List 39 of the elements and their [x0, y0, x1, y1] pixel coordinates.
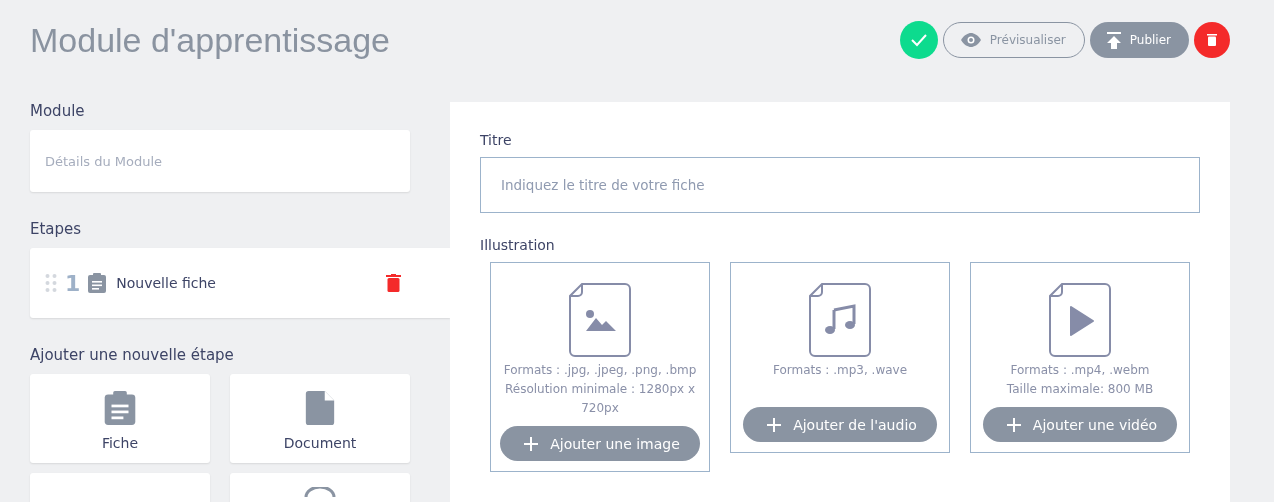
- delete-button[interactable]: [1194, 22, 1230, 58]
- document-icon: [305, 391, 335, 425]
- publish-button[interactable]: Publier: [1089, 22, 1189, 58]
- field-label: Titre: [480, 132, 513, 148]
- step-number: 1: [65, 270, 81, 296]
- clipboard-icon: [88, 273, 107, 293]
- format-info: Formats : .mp4, .webm: [1009, 362, 1151, 379]
- trash-icon[interactable]: [385, 274, 401, 292]
- field-label: Illustration: [480, 237, 556, 253]
- step-title: Nouvelle fiche: [116, 275, 216, 291]
- format-info: Formats : .jpg, .jpeg, .png, .bmp: [502, 362, 698, 379]
- step-item[interactable]: 1 Nouvelle fiche: [30, 248, 450, 318]
- clipboard-icon: [103, 391, 137, 425]
- checkmark-icon: [909, 33, 928, 47]
- title-field[interactable]: Indiquez le titre de votre fiche: [480, 157, 1200, 213]
- step-type-button[interactable]: Fiche: [30, 374, 210, 463]
- eye-icon: [959, 33, 982, 47]
- step-type-button[interactable]: Document: [230, 374, 410, 463]
- page-title: Module d'apprentissage: [30, 20, 390, 60]
- section-label: Ajouter une nouvelle étape: [30, 346, 235, 364]
- format-info: Taille maximale: 800 MB: [1005, 381, 1155, 398]
- drag-handle-icon[interactable]: [45, 273, 57, 293]
- video-file-icon: [1049, 283, 1111, 357]
- music-file-icon: [809, 283, 871, 357]
- plus-icon: [524, 436, 539, 451]
- trash-icon: [1207, 34, 1217, 46]
- section-label: Etapes: [30, 220, 83, 238]
- upload-icon: [1105, 31, 1122, 49]
- upload-button[interactable]: Ajouter une image: [500, 426, 700, 461]
- module-details-field[interactable]: Détails du Module: [30, 130, 410, 192]
- plus-icon: [1006, 417, 1021, 432]
- format-info: Résolution minimale : 1280px x 720px: [503, 381, 697, 417]
- validate-button[interactable]: [899, 21, 938, 59]
- plus-icon: [767, 417, 782, 432]
- upload-button[interactable]: Ajouter de l'audio: [743, 407, 937, 442]
- section-label: Module: [30, 102, 86, 120]
- format-info: Formats : .mp3, .wave: [771, 362, 909, 379]
- upload-button[interactable]: Ajouter une vidéo: [982, 407, 1178, 442]
- image-file-icon: [569, 283, 631, 357]
